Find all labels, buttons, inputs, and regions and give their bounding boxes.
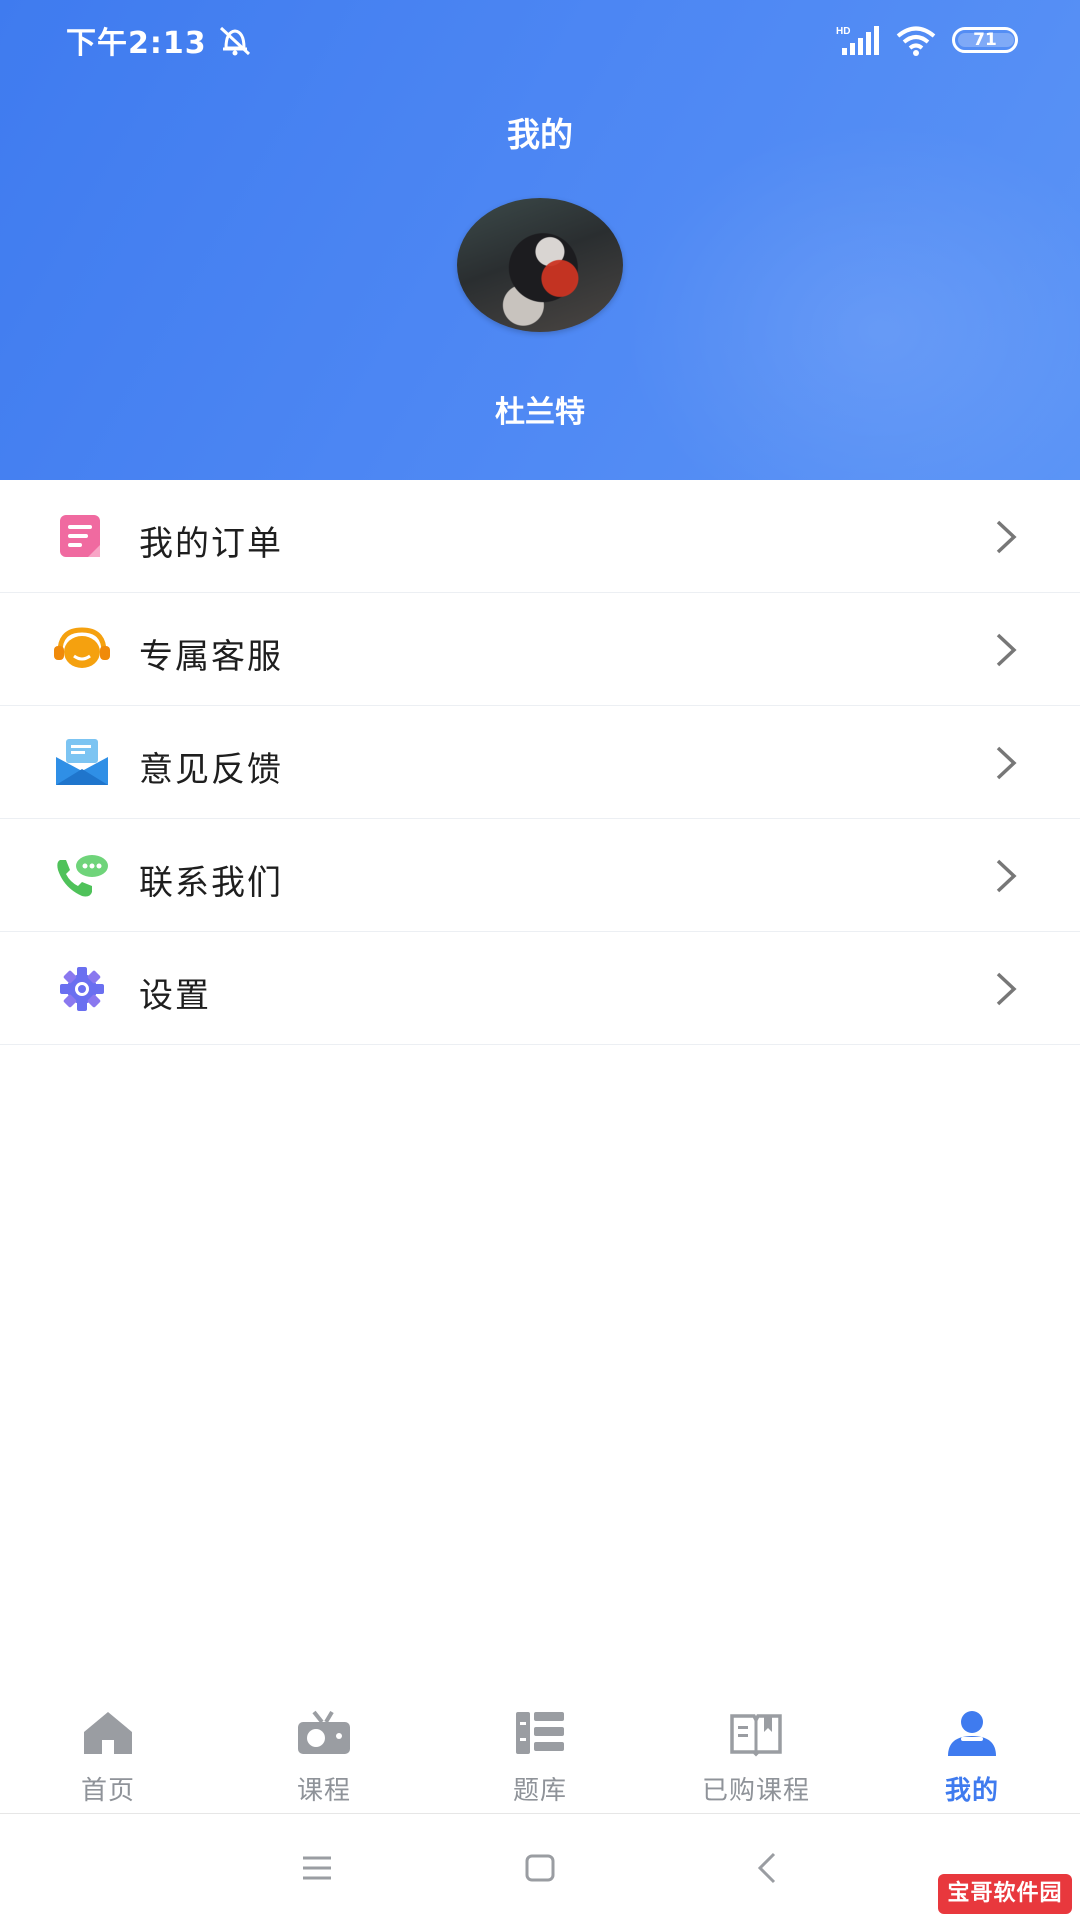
chevron-right-icon	[996, 633, 1017, 667]
tab-label: 已购课程	[701, 1776, 810, 1806]
status-bar: 下午2:13 HD 71	[0, 0, 1080, 80]
menu-item-label: 我的订单	[139, 524, 283, 564]
chevron-right-icon	[996, 972, 1017, 1006]
menu-item-orders[interactable]: 我的订单	[0, 480, 1080, 593]
wifi-icon	[896, 26, 936, 56]
home-icon	[84, 1712, 132, 1754]
tab-label: 课程	[296, 1776, 351, 1806]
page-title: 我的	[507, 115, 573, 154]
tab-label: 题库	[512, 1776, 567, 1806]
bell-muted-icon	[219, 26, 251, 56]
tab-question-bank[interactable]: 题库	[432, 1692, 648, 1814]
question-bank-icon	[516, 1712, 564, 1754]
signal-icon: HD	[836, 26, 879, 55]
battery-level: 71	[973, 30, 997, 50]
order-icon	[60, 515, 100, 557]
bottom-tab-bar: 首页 课程 题库 已购课程 我的	[0, 1692, 1080, 1814]
book-icon	[730, 1714, 782, 1757]
user-icon	[948, 1711, 996, 1756]
tv-icon	[298, 1710, 350, 1754]
tab-label: 我的	[944, 1776, 999, 1806]
menu-item-customer-service[interactable]: 专属客服	[0, 593, 1080, 706]
network-badge: HD	[836, 26, 850, 37]
back-icon[interactable]	[748, 1848, 788, 1888]
feedback-envelope-icon	[56, 739, 108, 785]
chevron-right-icon	[996, 746, 1017, 780]
tab-mine[interactable]: 我的	[864, 1692, 1080, 1814]
status-time: 下午2:13	[66, 26, 207, 61]
chevron-right-icon	[996, 520, 1017, 554]
tab-courses[interactable]: 课程	[216, 1692, 432, 1814]
headset-icon	[54, 627, 110, 668]
profile-header: 下午2:13 HD 71 我的 杜兰特	[0, 0, 1080, 480]
menu-icon[interactable]	[297, 1848, 337, 1888]
system-nav-bar	[0, 1814, 1080, 1920]
tab-label: 首页	[80, 1776, 135, 1806]
username: 杜兰特	[495, 395, 585, 430]
home-square-icon[interactable]	[520, 1848, 560, 1888]
avatar[interactable]	[457, 198, 623, 332]
battery-indicator: 71	[952, 27, 1018, 53]
menu-item-label: 设置	[139, 976, 211, 1016]
profile-menu: 我的订单 专属客服 意见反馈 联系我们 设置	[0, 480, 1080, 1045]
menu-item-settings[interactable]: 设置	[0, 932, 1080, 1045]
phone-icon	[57, 855, 108, 897]
tab-purchased-courses[interactable]: 已购课程	[648, 1692, 864, 1814]
gear-icon	[60, 967, 104, 1011]
watermark: 宝哥软件园	[938, 1874, 1072, 1914]
menu-item-feedback[interactable]: 意见反馈	[0, 706, 1080, 819]
menu-item-label: 意见反馈	[139, 750, 283, 790]
menu-item-label: 联系我们	[139, 863, 283, 903]
tab-home[interactable]: 首页	[0, 1692, 216, 1814]
menu-item-label: 专属客服	[139, 637, 283, 677]
menu-item-contact-us[interactable]: 联系我们	[0, 819, 1080, 932]
chevron-right-icon	[996, 859, 1017, 893]
